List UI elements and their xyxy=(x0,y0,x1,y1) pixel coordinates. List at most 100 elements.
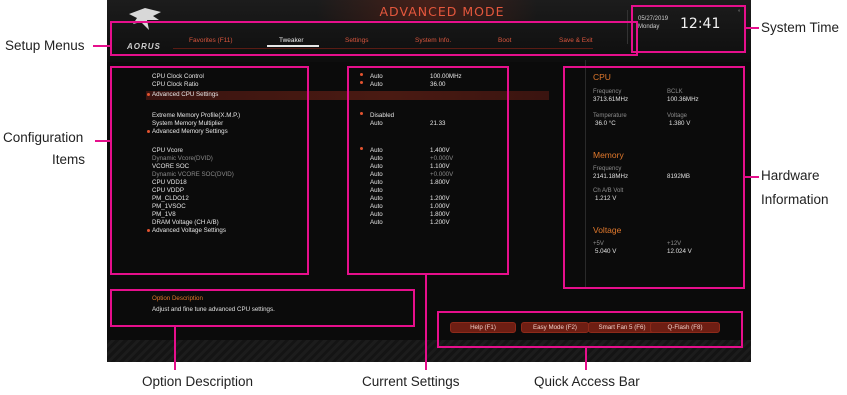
config-pm-cldo12[interactable]: PM_CLDO12 xyxy=(152,195,189,202)
setting-dram-voltage[interactable]: Auto xyxy=(370,219,383,226)
system-time-leader xyxy=(745,27,759,29)
callout-configuration-items-2: Items xyxy=(52,152,86,167)
hardware-information-leader xyxy=(745,176,759,178)
system-clock: 05/27/2019 Monday 12:41 ° xyxy=(627,10,747,44)
config-memory-multiplier[interactable]: System Memory Multiplier xyxy=(152,120,223,127)
callout-quick-access-bar: Quick Access Bar xyxy=(534,374,640,389)
value-cpu-clock-control: 100.00MHz xyxy=(430,73,462,80)
value-cpu-vdd18: 1.800V xyxy=(430,179,450,186)
config-advanced-memory-settings[interactable]: Advanced Memory Settings xyxy=(152,128,228,135)
hw-mem-freq-value: 2141.18MHz xyxy=(593,173,629,180)
setting-cpu-vdd18[interactable]: Auto xyxy=(370,179,383,186)
smart-fan-button[interactable]: Smart Fan 5 (F6) xyxy=(588,322,656,333)
value-pm-1v8: 1.800V xyxy=(430,211,450,218)
config-pm-1vsoc[interactable]: PM_1VSOC xyxy=(152,203,186,210)
hw-5v-label: +5V xyxy=(593,241,604,247)
setting-xmp[interactable]: Disabled xyxy=(370,112,394,119)
current-settings-leader xyxy=(425,274,427,370)
value-cpu-clock-ratio: 36.00 xyxy=(430,81,446,88)
hw-temp-label: Temperature xyxy=(593,113,627,119)
value-pm-cldo12: 1.200V xyxy=(430,195,450,202)
setting-pm-1v8[interactable]: Auto xyxy=(370,211,383,218)
hw-mem-volt-label: Ch A/B Volt xyxy=(593,188,624,194)
hw-memory-heading: Memory xyxy=(593,150,624,160)
value-cpu-vcore: 1.400V xyxy=(430,147,450,154)
hw-mem-size-value: 8192MB xyxy=(667,173,691,180)
hw-cpu-volt-value: 1.380 V xyxy=(669,120,691,127)
config-vcore-soc[interactable]: VCORE SOC xyxy=(152,163,189,170)
submenu-bullet-icon xyxy=(147,130,150,133)
hw-temp-value: 36.0 °C xyxy=(595,120,616,127)
setting-cpu-clock-ratio[interactable]: Auto xyxy=(370,81,383,88)
config-advanced-voltage-settings[interactable]: Advanced Voltage Settings xyxy=(152,227,226,234)
setting-pm-1vsoc[interactable]: Auto xyxy=(370,203,383,210)
setting-memory-multiplier[interactable]: Auto xyxy=(370,120,383,127)
menu-divider xyxy=(173,48,593,49)
config-cpu-vddp[interactable]: CPU VDDP xyxy=(152,187,184,194)
hw-voltage-heading: Voltage xyxy=(593,225,622,235)
hw-cpu-heading: CPU xyxy=(593,72,611,82)
setting-marker-icon xyxy=(360,73,363,76)
setting-marker-icon xyxy=(360,112,363,115)
callout-current-settings: Current Settings xyxy=(362,374,460,389)
menu-favorites[interactable]: Favorites (F11) xyxy=(189,37,233,44)
menu-settings[interactable]: Settings xyxy=(345,37,369,44)
callout-option-description: Option Description xyxy=(142,374,254,389)
config-xmp[interactable]: Extreme Memory Profile(X.M.P.) xyxy=(152,112,240,119)
config-dynamic-vcore-soc: Dynamic VCORE SOC(DVID) xyxy=(152,171,234,178)
hw-5v-value: 5.040 V xyxy=(595,248,617,255)
configuration-items-leader xyxy=(95,140,111,142)
setting-cpu-clock-control[interactable]: Auto xyxy=(370,73,383,80)
hw-mem-freq-label: Frequency xyxy=(593,166,622,172)
q-flash-button[interactable]: Q-Flash (F8) xyxy=(650,322,720,333)
option-description-title: Option Description xyxy=(152,295,203,302)
config-advanced-cpu-settings[interactable]: Advanced CPU Settings xyxy=(152,91,218,98)
config-cpu-clock-ratio[interactable]: CPU Clock Ratio xyxy=(152,81,198,88)
menu-save-exit[interactable]: Save & Exit xyxy=(559,37,593,44)
setting-cpu-vddp[interactable]: Auto xyxy=(370,187,383,194)
setting-marker-icon xyxy=(360,81,363,84)
config-cpu-clock-control[interactable]: CPU Clock Control xyxy=(152,73,204,80)
hw-cpu-volt-label: Voltage xyxy=(667,113,688,119)
top-bar: AORUS ADVANCED MODE Favorites (F11) Twea… xyxy=(107,0,751,62)
callout-setup-menus: Setup Menus xyxy=(5,38,85,53)
callout-hardware-information-1: Hardware xyxy=(761,168,820,183)
callout-hardware-information-2: Information xyxy=(761,192,829,207)
hw-12v-label: +12V xyxy=(667,241,682,247)
hw-cpu-freq-value: 3713.61MHz xyxy=(593,96,629,103)
submenu-bullet-icon xyxy=(147,229,150,232)
help-button[interactable]: Help (F1) xyxy=(450,322,516,333)
config-pm-1v8[interactable]: PM_1V8 xyxy=(152,211,176,218)
clock-time: 12:41 xyxy=(680,16,721,32)
hardware-panel-divider xyxy=(585,60,586,288)
value-pm-1vsoc: 1.000V xyxy=(430,203,450,210)
callout-system-time: System Time xyxy=(761,20,840,35)
easy-mode-button[interactable]: Easy Mode (F2) xyxy=(521,322,589,333)
clock-date: 05/27/2019 xyxy=(638,16,669,22)
menu-system-info[interactable]: System Info. xyxy=(415,37,451,44)
menu-boot[interactable]: Boot xyxy=(498,37,511,44)
value-memory-multiplier: 21.33 xyxy=(430,120,446,127)
submenu-bullet-icon xyxy=(147,93,150,96)
config-dram-voltage[interactable]: DRAM Voltage (CH A/B) xyxy=(152,219,219,226)
setting-marker-icon xyxy=(360,147,363,150)
config-cpu-vdd18[interactable]: CPU VDD18 xyxy=(152,179,187,186)
aorus-eagle-icon xyxy=(129,8,161,30)
value-dynamic-vcore-soc: +0.000V xyxy=(430,171,454,178)
setting-cpu-vcore[interactable]: Auto xyxy=(370,147,383,154)
value-dram-voltage: 1.200V xyxy=(430,219,450,226)
mode-title: ADVANCED MODE xyxy=(379,4,505,19)
clock-indicator-icon: ° xyxy=(738,10,741,16)
value-vcore-soc: 1.100V xyxy=(430,163,450,170)
config-cpu-vcore[interactable]: CPU Vcore xyxy=(152,147,183,154)
hw-mem-volt-value: 1.212 V xyxy=(595,195,617,202)
setting-dynamic-vcore-soc: Auto xyxy=(370,171,383,178)
hw-bclk-value: 100.36MHz xyxy=(667,96,699,103)
option-description-leader xyxy=(174,326,176,370)
brand-logo-text: AORUS xyxy=(127,42,161,51)
hw-12v-value: 12.024 V xyxy=(667,248,692,255)
setting-pm-cldo12[interactable]: Auto xyxy=(370,195,383,202)
hw-bclk-label: BCLK xyxy=(667,89,683,95)
menu-tweaker[interactable]: Tweaker xyxy=(279,37,304,44)
setting-vcore-soc[interactable]: Auto xyxy=(370,163,383,170)
